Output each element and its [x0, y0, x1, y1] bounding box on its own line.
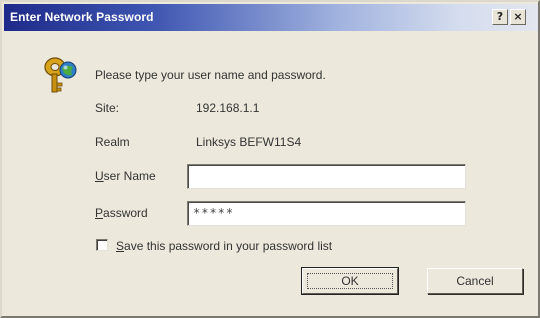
save-password-label-rest: ave this password in your password list	[124, 239, 333, 253]
save-accesskey: S	[116, 239, 125, 253]
focus-rect	[307, 273, 393, 289]
user-name-accesskey: U	[95, 169, 104, 183]
user-name-input[interactable]	[187, 164, 466, 189]
password-label-rest: assword	[103, 206, 148, 220]
close-button[interactable]: ×	[510, 9, 526, 25]
realm-value: Linksys BEFW11S4	[196, 135, 302, 149]
save-password-checkbox[interactable]	[96, 239, 108, 251]
help-button[interactable]: ?	[492, 9, 508, 25]
user-name-label-rest: ser Name	[103, 169, 156, 183]
password-input[interactable]: *****	[187, 201, 466, 226]
password-accesskey: P	[95, 206, 104, 220]
dialog-window: Enter Network Password ? × Please type y…	[0, 0, 540, 318]
user-name-label: User Name	[95, 169, 156, 183]
site-label: Site:	[95, 101, 120, 115]
title-bar[interactable]: Enter Network Password ? ×	[4, 4, 538, 31]
cancel-button[interactable]: Cancel	[427, 268, 523, 294]
save-password-label[interactable]: Save this password in your password list	[116, 239, 332, 253]
key-icon	[44, 57, 77, 93]
password-label: Password	[95, 206, 148, 220]
realm-label: Realm	[95, 135, 130, 149]
prompt-text: Please type your user name and password.	[95, 68, 326, 82]
site-value: 192.168.1.1	[196, 101, 260, 115]
ok-button[interactable]: OK	[301, 267, 399, 295]
window-title: Enter Network Password	[10, 10, 154, 24]
